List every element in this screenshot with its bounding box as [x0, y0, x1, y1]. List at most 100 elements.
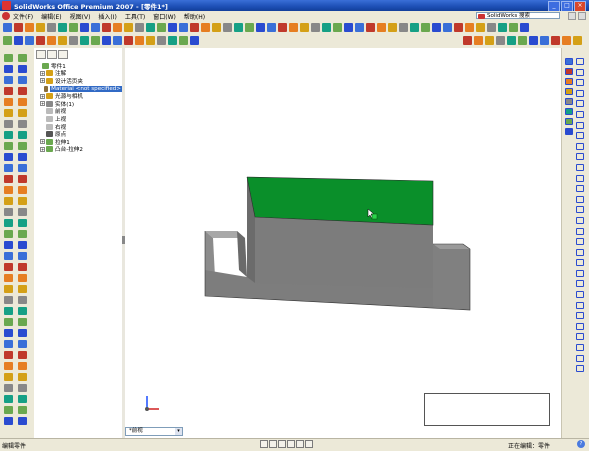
toolbar-icon[interactable]: [47, 23, 56, 32]
feature-command-icon[interactable]: [18, 65, 27, 73]
task-pane-tab-icon[interactable]: [565, 88, 573, 95]
feature-command-icon[interactable]: [4, 164, 13, 172]
status-toggle-button[interactable]: [296, 440, 304, 448]
sketch-entity-icon[interactable]: [576, 259, 584, 267]
sketch-tool-icon[interactable]: [102, 36, 111, 45]
expand-toggle-icon[interactable]: +: [40, 139, 45, 145]
view-orientation-icon[interactable]: [496, 36, 505, 45]
chevron-down-icon[interactable]: ▾: [175, 428, 182, 435]
toolbar-icon[interactable]: [223, 23, 232, 32]
feature-command-icon[interactable]: [4, 362, 13, 370]
feature-command-icon[interactable]: [18, 318, 27, 326]
feature-command-icon[interactable]: [18, 362, 27, 370]
feature-tree-item[interactable]: 原点: [36, 130, 122, 138]
toolbar-icon[interactable]: [487, 23, 496, 32]
feature-command-icon[interactable]: [18, 197, 27, 205]
sketch-entity-icon[interactable]: [576, 89, 584, 97]
expand-toggle-icon[interactable]: +: [40, 146, 45, 152]
feature-command-icon[interactable]: [4, 98, 13, 106]
toolbar-icon[interactable]: [135, 23, 144, 32]
toolbar-icon[interactable]: [300, 23, 309, 32]
view-orientation-icon[interactable]: [551, 36, 560, 45]
task-pane-tab-icon[interactable]: [565, 58, 573, 65]
base-right-end-face[interactable]: [433, 244, 470, 310]
feature-command-icon[interactable]: [18, 340, 27, 348]
feature-command-icon[interactable]: [18, 252, 27, 260]
toolbar-icon[interactable]: [421, 23, 430, 32]
feature-command-icon[interactable]: [18, 373, 27, 381]
feature-command-icon[interactable]: [4, 219, 13, 227]
feature-command-icon[interactable]: [4, 186, 13, 194]
toolbar-icon[interactable]: [322, 23, 331, 32]
search-input[interactable]: SolidWorks 搜索: [476, 12, 560, 19]
toolbar-icon[interactable]: [509, 23, 518, 32]
feature-command-icon[interactable]: [4, 285, 13, 293]
sketch-tool-icon[interactable]: [58, 36, 67, 45]
feature-command-icon[interactable]: [18, 208, 27, 216]
feature-command-icon[interactable]: [4, 340, 13, 348]
task-pane-tab-icon[interactable]: [565, 98, 573, 105]
toolbar-icon[interactable]: [3, 23, 12, 32]
view-orientation-icon[interactable]: [540, 36, 549, 45]
status-toggle-button[interactable]: [287, 440, 295, 448]
sketch-entity-icon[interactable]: [576, 280, 584, 288]
feature-command-icon[interactable]: [4, 406, 13, 414]
view-orientation-icon[interactable]: [518, 36, 527, 45]
toolbar-icon[interactable]: [410, 23, 419, 32]
toolbar-icon[interactable]: [201, 23, 210, 32]
sketch-tool-icon[interactable]: [124, 36, 133, 45]
feature-command-icon[interactable]: [4, 109, 13, 117]
restore-doc-icon[interactable]: [578, 12, 586, 20]
status-help-icon[interactable]: ?: [577, 440, 585, 448]
feature-command-icon[interactable]: [18, 329, 27, 337]
toolbar-icon[interactable]: [212, 23, 221, 32]
feature-command-icon[interactable]: [4, 252, 13, 260]
expand-toggle-icon[interactable]: +: [40, 78, 45, 84]
feature-tree-item[interactable]: 上视: [36, 115, 122, 123]
toolbar-icon[interactable]: [179, 23, 188, 32]
toolbar-icon[interactable]: [333, 23, 342, 32]
menu-item[interactable]: 工具(T): [125, 12, 145, 21]
feature-tree-item[interactable]: + 设计活页夹: [36, 77, 122, 85]
sketch-tool-icon[interactable]: [179, 36, 188, 45]
sketch-entity-icon[interactable]: [576, 79, 584, 87]
view-orientation-icon[interactable]: [485, 36, 494, 45]
sketch-tool-icon[interactable]: [25, 36, 34, 45]
toolbar-icon[interactable]: [289, 23, 298, 32]
toolbar-icon[interactable]: [234, 23, 243, 32]
feature-command-icon[interactable]: [18, 142, 27, 150]
toolbar-icon[interactable]: [25, 23, 34, 32]
feature-command-icon[interactable]: [4, 76, 13, 84]
toolbar-icon[interactable]: [498, 23, 507, 32]
toolbar-icon[interactable]: [124, 23, 133, 32]
sketch-entity-icon[interactable]: [576, 132, 584, 140]
configuration-manager-tab-icon[interactable]: [58, 50, 68, 59]
feature-command-icon[interactable]: [4, 274, 13, 282]
sketch-entity-icon[interactable]: [576, 301, 584, 309]
toolbar-icon[interactable]: [520, 23, 529, 32]
sketch-tool-icon[interactable]: [3, 36, 12, 45]
sketch-entity-icon[interactable]: [576, 322, 584, 330]
menu-item[interactable]: 窗口(W): [153, 12, 176, 21]
sketch-entity-icon[interactable]: [576, 238, 584, 246]
feature-command-icon[interactable]: [18, 263, 27, 271]
toolbar-icon[interactable]: [245, 23, 254, 32]
feature-command-icon[interactable]: [18, 87, 27, 95]
status-toggle-button[interactable]: [269, 440, 277, 448]
task-pane-tab-icon[interactable]: [565, 128, 573, 135]
toolbar-icon[interactable]: [102, 23, 111, 32]
view-orientation-icon[interactable]: [562, 36, 571, 45]
feature-command-icon[interactable]: [4, 230, 13, 238]
sketch-entity-icon[interactable]: [576, 248, 584, 256]
sketch-entity-icon[interactable]: [576, 58, 584, 65]
toolbar-icon[interactable]: [476, 23, 485, 32]
expand-toggle-icon[interactable]: +: [40, 101, 45, 107]
toolbar-icon[interactable]: [454, 23, 463, 32]
view-selector-dropdown[interactable]: *前视 ▾: [125, 427, 183, 436]
feature-command-icon[interactable]: [4, 65, 13, 73]
task-pane-tab-icon[interactable]: [565, 108, 573, 115]
feature-command-icon[interactable]: [18, 395, 27, 403]
feature-command-icon[interactable]: [4, 395, 13, 403]
sketch-entity-icon[interactable]: [576, 163, 584, 171]
toolbar-icon[interactable]: [69, 23, 78, 32]
